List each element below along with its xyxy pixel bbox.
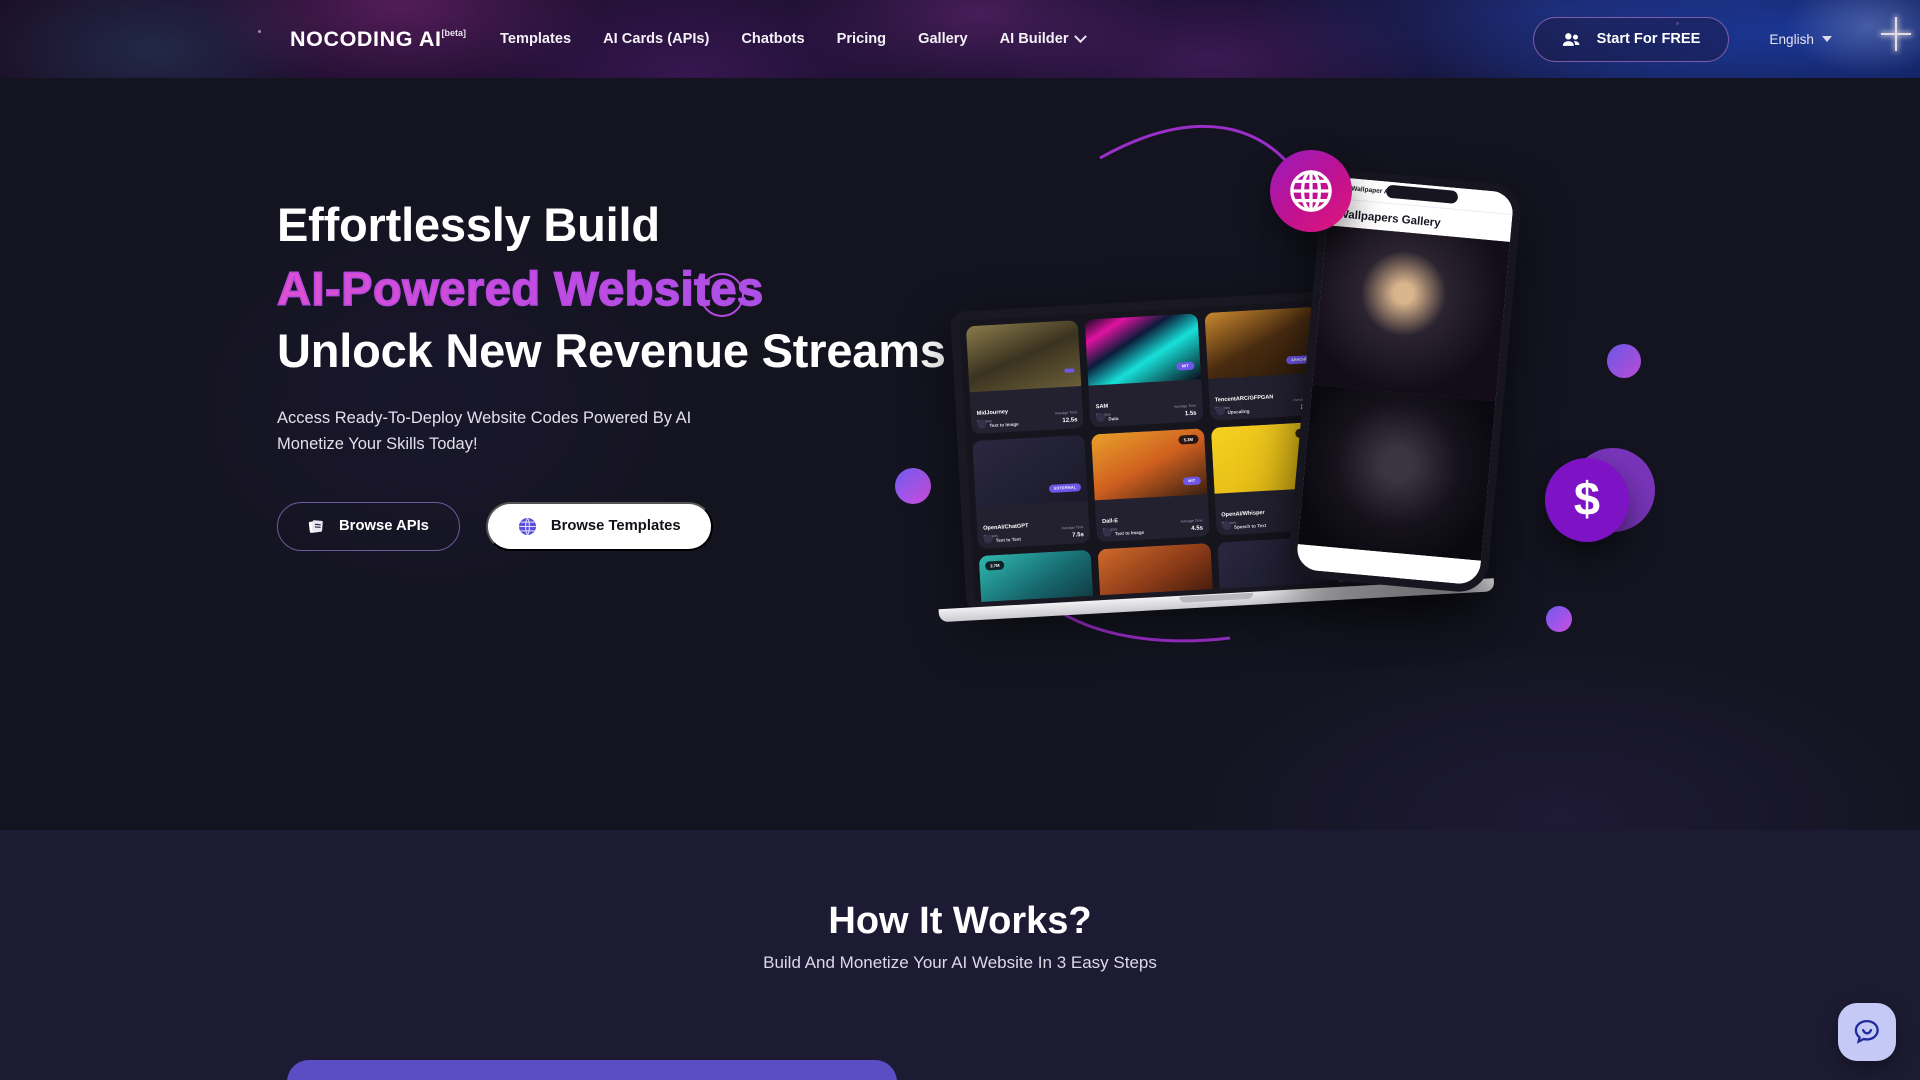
globe-badge — [1270, 150, 1352, 232]
card-avg-time: 12.5s — [1062, 417, 1078, 425]
card-avg-time: 4.5s — [1191, 525, 1204, 533]
card-category-icon — [1221, 520, 1232, 531]
card-thumbnail — [972, 434, 1089, 508]
how-it-works-step-card[interactable] — [287, 1060, 897, 1080]
navbar-right-group: Start For FREE English — [1532, 0, 1920, 78]
nav-item-label: AI Builder — [999, 31, 1069, 47]
logo-beta-badge: [beta] — [441, 27, 467, 38]
globe-icon — [518, 517, 536, 536]
nav-item-gallery[interactable]: Gallery — [918, 31, 968, 47]
ai-card[interactable]: 5.3M MIT Dall-E Category Text to Image A… — [1091, 428, 1210, 543]
dollar-badge: $ — [1545, 458, 1629, 542]
phone-screen: Wallpaper AI — Gallery Wallpapers Galler… — [1286, 167, 1524, 595]
nav-item-pricing[interactable]: Pricing — [837, 31, 886, 47]
browse-templates-button[interactable]: Browse Templates — [485, 501, 713, 551]
ai-card[interactable]: MidJourney Category Text to Image Averag… — [965, 320, 1084, 435]
people-icon — [1562, 32, 1580, 46]
cards-stack-icon — [308, 520, 323, 533]
browse-templates-label: Browse Templates — [550, 518, 681, 535]
landing-page: NOCODING AI [beta] Templates AI Cards (A… — [0, 0, 1920, 1080]
browse-apis-label: Browse APIs — [339, 518, 429, 535]
language-label: English — [1769, 31, 1814, 47]
card-likes-badge: 2.7M — [984, 560, 1005, 571]
chat-widget-button[interactable] — [1838, 1003, 1896, 1061]
nav-item-chatbots[interactable]: Chatbots — [741, 31, 804, 47]
nav-item-ai-builder[interactable]: AI Builder — [999, 29, 1087, 47]
nav-item-label: Templates — [500, 31, 572, 47]
hero-subtext: Access Ready-To-Deploy Website Codes Pow… — [277, 405, 797, 458]
card-avg-time: 7.5s — [1072, 532, 1085, 539]
brand-logo[interactable]: NOCODING AI [beta] — [290, 27, 466, 52]
card-likes-badge: 5.3M — [1178, 434, 1199, 445]
nav-item-label: Gallery — [918, 31, 968, 47]
browse-apis-button[interactable]: Browse APIs — [277, 501, 460, 551]
hero-device-mockup: MidJourney Category Text to Image Averag… — [930, 98, 1655, 718]
phone-mockup: Wallpaper AI — Gallery Wallpapers Galler… — [1286, 167, 1524, 595]
phone-viewport: Wallpaper AI — Gallery Wallpapers Galler… — [1295, 176, 1515, 586]
start-for-free-button[interactable]: Start For FREE — [1532, 16, 1730, 62]
wallpaper-thumbnail[interactable] — [1297, 384, 1496, 561]
start-for-free-label: Start For FREE — [1596, 31, 1701, 47]
nav-item-label: Pricing — [836, 31, 887, 47]
top-navbar: NOCODING AI [beta] Templates AI Cards (A… — [0, 0, 1920, 78]
language-selector[interactable]: English — [1769, 32, 1832, 47]
logo-text: NOCODING AI — [290, 26, 442, 51]
hero-headline: Effortlessly Build AI-Powered Websites U… — [276, 198, 997, 379]
wallpaper-thumbnail[interactable] — [1312, 225, 1511, 402]
caret-down-icon — [1822, 36, 1832, 42]
hero-headline-line-2: AI-Powered Websites — [276, 261, 997, 317]
card-license-pill — [1064, 368, 1075, 373]
card-license-pill: MIT — [1176, 361, 1195, 371]
how-it-works-section: How It Works? Build And Monetize Your AI… — [0, 830, 1920, 1080]
card-category-icon — [1215, 406, 1225, 416]
primary-nav: Templates AI Cards (APIs) Chatbots Prici… — [500, 29, 1087, 47]
how-it-works-subtitle: Build And Monetize Your AI Website In 3 … — [763, 953, 1157, 972]
card-thumbnail — [1203, 306, 1320, 379]
hero-copy: Effortlessly Build AI-Powered Websites U… — [276, 198, 997, 551]
card-license-pill: MIT — [1182, 476, 1201, 486]
card-avg-time: 1.5s — [1184, 410, 1197, 418]
card-meta: Dall-E Category Text to Image — [1102, 513, 1203, 537]
ai-card[interactable]: MIT SAM Category Data Average Time 1.5s — [1084, 313, 1203, 428]
hero-subtext-line-1: Access Ready-To-Deploy Website Codes Pow… — [277, 408, 692, 427]
card-meta: SAM Category Data — [1096, 399, 1197, 423]
nav-item-templates[interactable]: Templates — [500, 31, 571, 47]
card-thumbnail — [965, 320, 1082, 393]
hero-section: Effortlessly Build AI-Powered Websites U… — [0, 78, 1920, 830]
chevron-down-icon — [1073, 29, 1087, 43]
globe-icon — [1290, 170, 1332, 212]
nav-item-ai-cards[interactable]: AI Cards (APIs) — [603, 31, 709, 47]
hero-button-group: Browse APIs Browse Templates — [277, 501, 997, 551]
how-it-works-title: How It Works? — [828, 900, 1092, 942]
hero-headline-line-3: Unlock New Revenue Streams — [277, 324, 946, 378]
ai-card[interactable]: EXTERNAL OpenAI/ChatGPT Category Text to… — [972, 434, 1091, 549]
card-meta: OpenAI/ChatGPT Category Text to Text — [983, 520, 1084, 544]
hero-subtext-line-2: Monetize Your Skills Today! — [277, 435, 478, 454]
nav-item-label: Chatbots — [741, 31, 805, 47]
hero-headline-line-1: Effortlessly Build — [277, 198, 660, 251]
chat-smile-icon — [1854, 1019, 1879, 1044]
dollar-sign-icon: $ — [1573, 472, 1601, 525]
nav-item-label: AI Cards (APIs) — [603, 31, 710, 47]
card-thumbnail — [1084, 313, 1201, 386]
